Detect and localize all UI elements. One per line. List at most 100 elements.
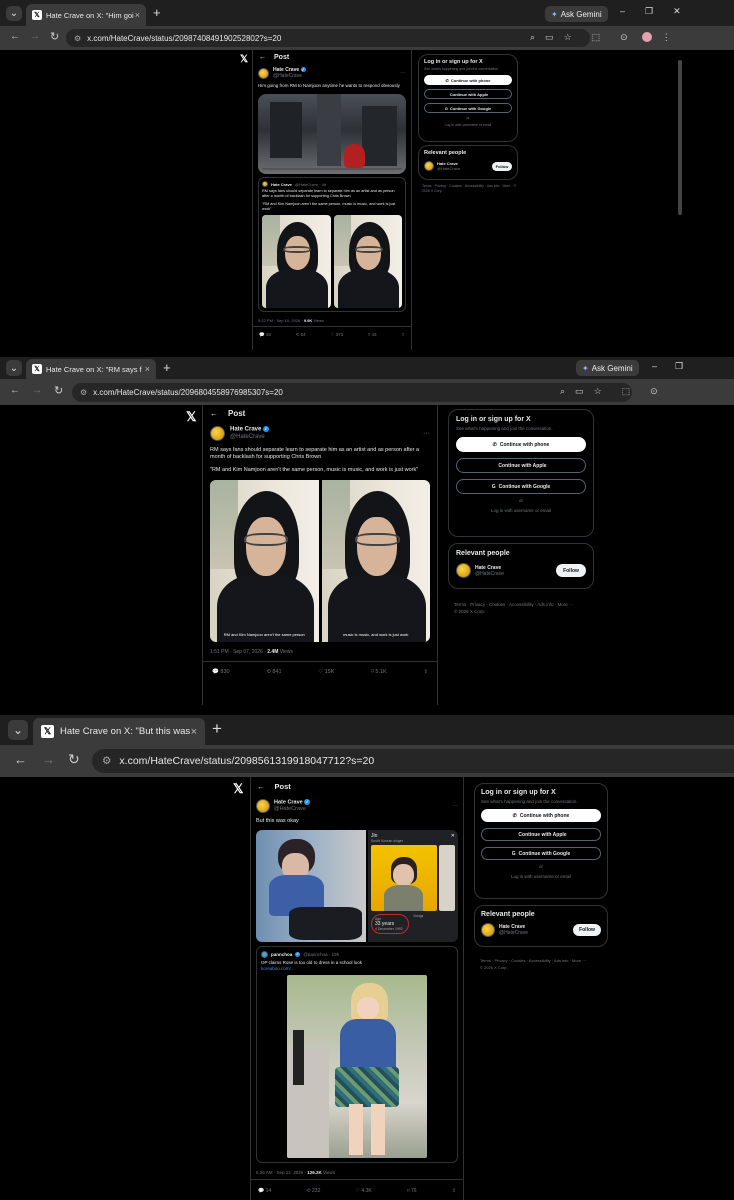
footer-links[interactable]: Terms · Privacy · Cookies · Accessibilit… (480, 957, 608, 964)
x-logo-icon[interactable]: 𝕏 (186, 409, 196, 425)
repost-button[interactable]: ⟲ 841 (266, 669, 281, 675)
more-options-icon[interactable]: ··· (400, 70, 406, 76)
panel-close-icon[interactable]: ✕ (451, 833, 455, 839)
share-icon[interactable]: ⇪ (452, 1188, 456, 1194)
bookmark-star-icon[interactable]: ☆ (594, 386, 602, 397)
ask-gemini-button[interactable]: ✦ Ask Gemini (545, 6, 608, 22)
tab-active[interactable]: 𝕏 Hate Crave on X: "RM says fans × (26, 359, 156, 379)
quote-image-right[interactable] (333, 215, 402, 308)
new-tab-button[interactable]: + (212, 719, 222, 739)
continue-phone-button[interactable]: ✆ Continue with phone (424, 75, 512, 85)
reload-icon[interactable]: ↻ (50, 30, 59, 43)
downloads-icon[interactable]: ⊙ (620, 32, 628, 43)
author-name[interactable]: Hate Crave (230, 427, 261, 433)
follow-button[interactable]: Follow (573, 924, 601, 936)
x-logo-icon[interactable]: 𝕏 (240, 54, 248, 65)
maximize-icon[interactable]: ❐ (645, 6, 653, 17)
quote-image[interactable] (287, 975, 427, 1159)
tab-search-dropdown[interactable]: ⌄ (8, 720, 28, 740)
bookmark-star-icon[interactable]: ☆ (564, 32, 572, 43)
maximize-icon[interactable]: ❐ (675, 361, 683, 372)
follow-button[interactable]: Follow (556, 564, 586, 577)
tab-close-icon[interactable]: × (135, 10, 140, 20)
back-arrow-icon[interactable]: ← (259, 54, 266, 61)
tab-search-dropdown[interactable]: ⌄ (6, 360, 22, 376)
site-settings-icon[interactable]: ⚙ (80, 388, 87, 397)
close-window-icon[interactable]: ✕ (673, 6, 681, 17)
back-arrow-icon[interactable]: ← (257, 782, 265, 791)
post-author[interactable]: Hate Crave ✓ @HateCrave ··· (253, 65, 411, 81)
address-bar[interactable]: ⚙ x.com/HateCrave/status/209874084919025… (66, 29, 590, 47)
quoted-post[interactable]: pannchoa ✓ @pannchoa · 19h OP claims Ros… (256, 946, 458, 1164)
author-name[interactable]: Hate Crave (274, 799, 303, 805)
repost-button[interactable]: ⟲ 54 (296, 332, 306, 338)
minimize-icon[interactable]: – (652, 361, 657, 372)
more-options-icon[interactable]: ··· (452, 803, 458, 809)
back-icon[interactable]: ← (10, 385, 20, 396)
panel-photo-2[interactable] (438, 845, 455, 912)
continue-google-button[interactable]: G Continue with Google (424, 103, 512, 113)
relevant-name[interactable]: Hate Crave (475, 565, 504, 571)
zoom-icon[interactable]: ⌕ (530, 32, 535, 43)
menu-icon[interactable]: ⋮ (662, 32, 671, 43)
follow-button[interactable]: Follow (492, 161, 512, 171)
tab-search-dropdown[interactable]: ⌄ (6, 6, 22, 21)
author-handle[interactable]: @HateCrave (230, 434, 269, 441)
tab-active[interactable]: 𝕏 Hate Crave on X: "Him going f... × (26, 4, 146, 26)
address-bar[interactable]: ⚙ x.com/HateCrave/status/209680455897698… (72, 383, 632, 402)
ask-gemini-button[interactable]: ✦ Ask Gemini (576, 360, 639, 376)
repost-button[interactable]: ⟲ 232 (306, 1188, 320, 1194)
reload-icon[interactable]: ↻ (54, 384, 63, 397)
continue-apple-button[interactable]: Continue with Apple (481, 828, 601, 841)
bookmark-button[interactable]: ⌑ 5.1K (371, 669, 387, 675)
like-button[interactable]: ♡ 373 (330, 332, 343, 338)
like-button[interactable]: ♡ 4.3K (356, 1188, 372, 1194)
panel-photo[interactable] (370, 845, 437, 912)
new-tab-button[interactable]: + (153, 5, 161, 20)
forward-icon[interactable]: → (32, 385, 42, 396)
play-progress-bar[interactable] (262, 168, 402, 170)
relevant-avatar[interactable] (424, 161, 434, 171)
login-username-link[interactable]: Log in with username or email (481, 874, 601, 879)
continue-phone-button[interactable]: ✆ Continue with phone (481, 809, 601, 822)
quote-link[interactable]: koreaboo.com/... (261, 966, 453, 972)
avatar[interactable] (258, 67, 269, 79)
share-icon[interactable]: ⇪ (401, 332, 405, 338)
post-timestamp[interactable]: 5:26 AM · Sep 12, 2026 · (256, 1170, 307, 1175)
post-image-right[interactable]: music is music, and work is just work (321, 480, 430, 642)
panel-age-card[interactable]: Age 33 years 4 December 1992 (370, 914, 410, 935)
reply-button[interactable]: 💬 48 (259, 332, 271, 338)
continue-google-button[interactable]: G Continue with Google (481, 847, 601, 860)
author-handle[interactable]: @HateCrave (273, 73, 306, 79)
post-image-left[interactable] (256, 830, 366, 943)
profile-avatar[interactable] (641, 32, 652, 42)
post-image-left[interactable]: RM and Kim Namjoon aren't the same perso… (210, 480, 319, 642)
x-logo-icon[interactable]: 𝕏 (233, 781, 243, 797)
avatar[interactable] (210, 426, 225, 441)
tab-close-icon[interactable]: × (191, 726, 197, 738)
minimize-icon[interactable]: – (620, 6, 625, 17)
google-knowledge-panel[interactable]: Jin ✕ South Korean singer Age 33 years 4… (367, 830, 458, 943)
forward-icon[interactable]: → (30, 31, 40, 42)
extensions-icon[interactable]: ⬚ (592, 32, 601, 43)
login-username-link[interactable]: Log in with username or email (456, 508, 586, 513)
bookmark-button[interactable]: ⌑ 43 (368, 332, 377, 338)
cast-icon[interactable]: ▭ (575, 386, 584, 397)
footer-links[interactable]: Terms · Privacy · Cookies · Accessibilit… (454, 601, 594, 608)
reply-button[interactable]: 💬 14 (258, 1188, 271, 1194)
back-icon[interactable]: ← (10, 31, 20, 42)
author-handle[interactable]: @HateCrave (274, 806, 310, 813)
continue-phone-button[interactable]: ✆ Continue with phone (456, 437, 586, 452)
forward-icon[interactable]: → (42, 752, 55, 767)
like-button[interactable]: ♡ 15K (318, 669, 334, 675)
relevant-avatar[interactable] (456, 563, 471, 578)
page-scrollbar[interactable] (678, 60, 682, 215)
extensions-icon[interactable]: ⬚ (622, 386, 631, 397)
tab-close-icon[interactable]: × (145, 364, 150, 374)
back-arrow-icon[interactable]: ← (210, 409, 218, 418)
back-icon[interactable]: ← (14, 752, 27, 767)
quote-image-left[interactable] (262, 215, 331, 308)
share-icon[interactable]: ⇪ (423, 669, 428, 675)
more-options-icon[interactable]: ··· (423, 430, 430, 437)
site-settings-icon[interactable]: ⚙ (102, 755, 111, 767)
